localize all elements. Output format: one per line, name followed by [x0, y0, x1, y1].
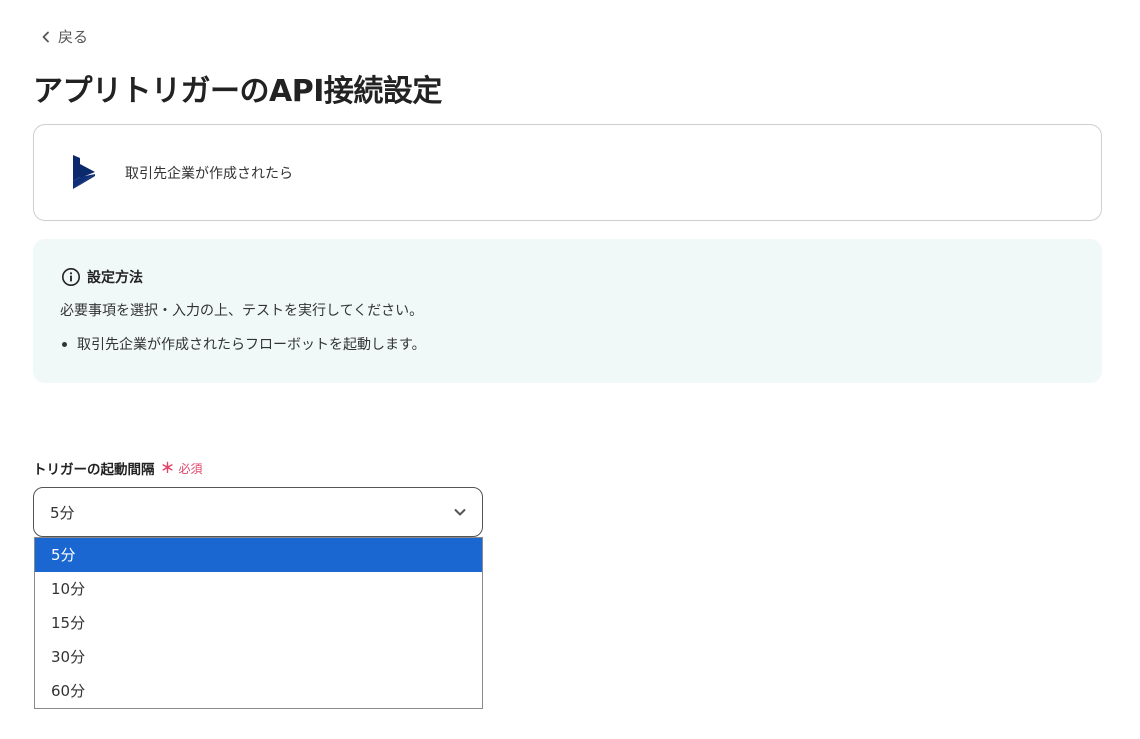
selected-value: 5分: [50, 503, 75, 522]
back-link[interactable]: 戻る: [40, 26, 88, 47]
setup-info-box: 設定方法 必要事項を選択・入力の上、テストを実行してください。 取引先企業が作成…: [33, 239, 1102, 383]
info-heading: 設定方法: [61, 267, 143, 287]
trigger-interval-label-text: トリガーの起動間隔: [33, 462, 155, 478]
option-5min[interactable]: 5分: [35, 538, 482, 572]
chevron-left-icon: [42, 31, 49, 42]
trigger-interval-options: 5分 10分 15分 30分 60分: [34, 537, 483, 709]
required-text: 必須: [178, 461, 203, 476]
option-15min[interactable]: 15分: [35, 606, 482, 640]
trigger-event-label: 取引先企業が作成されたら: [125, 165, 293, 182]
app-trigger-card: 取引先企業が作成されたら: [33, 124, 1102, 221]
option-30min[interactable]: 30分: [35, 640, 482, 674]
option-10min[interactable]: 10分: [35, 572, 482, 606]
info-icon: [62, 268, 80, 286]
info-bullet-text: 取引先企業が作成されたらフローボットを起動します。: [77, 337, 426, 353]
back-label: 戻る: [58, 28, 89, 46]
info-bullet-item: 取引先企業が作成されたらフローボットを起動します。: [60, 334, 426, 354]
info-description: 必要事項を選択・入力の上、テストを実行してください。: [60, 303, 424, 319]
dynamics-365-logo-icon: [73, 154, 95, 189]
page-title: アプリトリガーのAPI接続設定: [33, 74, 442, 109]
info-heading-text: 設定方法: [87, 270, 143, 286]
page: 戻る アプリトリガーのAPI接続設定 取引先企業が作成されたら 設定方法 必要事…: [0, 0, 1140, 739]
trigger-interval-select[interactable]: 5分: [33, 487, 483, 537]
bullet-dot: [62, 341, 67, 347]
trigger-interval-label: トリガーの起動間隔 ＊ 必須: [33, 458, 203, 478]
required-asterisk: ＊: [160, 461, 175, 477]
chevron-down-icon: [454, 509, 466, 516]
option-60min[interactable]: 60分: [35, 674, 482, 708]
